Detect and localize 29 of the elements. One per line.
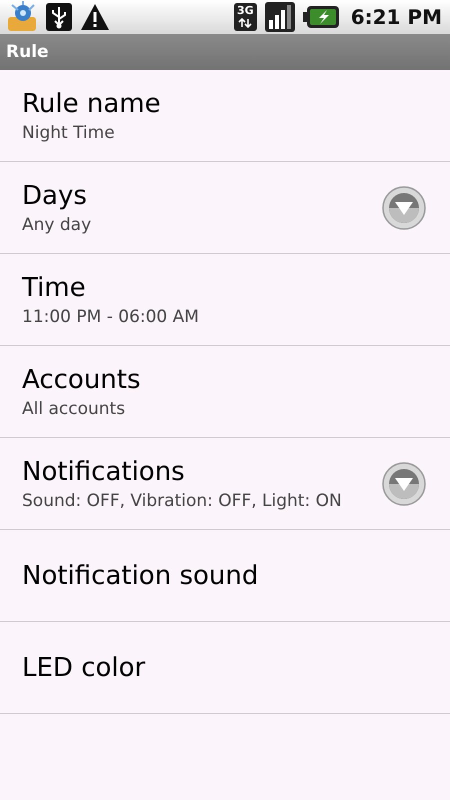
- setting-title: Notification sound: [22, 560, 258, 592]
- setting-row[interactable]: Accounts All accounts: [0, 346, 450, 438]
- setting-title: LED color: [22, 652, 146, 684]
- setting-summary: Night Time: [22, 122, 116, 144]
- setting-title: Days: [22, 180, 88, 212]
- setting-summary: Sound: OFF, Vibration: OFF, Light: ON: [22, 490, 342, 512]
- warning-icon: [80, 3, 110, 31]
- setting-row[interactable]: Notifications Sound: OFF, Vibration: OFF, Light: ON: [0, 438, 450, 530]
- usb-icon: [46, 3, 72, 31]
- app-icon: [6, 1, 38, 33]
- setting-title: Accounts: [22, 364, 141, 396]
- signal-icon: [264, 2, 295, 32]
- setting-summary: All accounts: [22, 398, 126, 420]
- setting-row[interactable]: Rule name Night Time: [0, 70, 450, 162]
- setting-title: Time: [22, 272, 87, 304]
- setting-row[interactable]: LED color: [0, 622, 450, 714]
- setting-title: Notifications: [22, 456, 186, 488]
- network-type-icon: 3G: [234, 3, 257, 31]
- setting-row[interactable]: Time 11:00 PM - 06:00 AM: [0, 254, 450, 346]
- screen-title: Rule: [6, 42, 49, 62]
- setting-title: Rule name: [22, 88, 161, 120]
- setting-row[interactable]: Notification sound: [0, 530, 450, 622]
- dropdown-icon[interactable]: [382, 462, 426, 506]
- battery-icon: [302, 5, 339, 29]
- setting-row[interactable]: Days Any day: [0, 162, 450, 254]
- setting-summary: 11:00 PM - 06:00 AM: [22, 306, 199, 328]
- dropdown-icon[interactable]: [382, 186, 426, 230]
- setting-summary: Any day: [22, 214, 92, 236]
- clock: 6:21 PM: [350, 5, 442, 29]
